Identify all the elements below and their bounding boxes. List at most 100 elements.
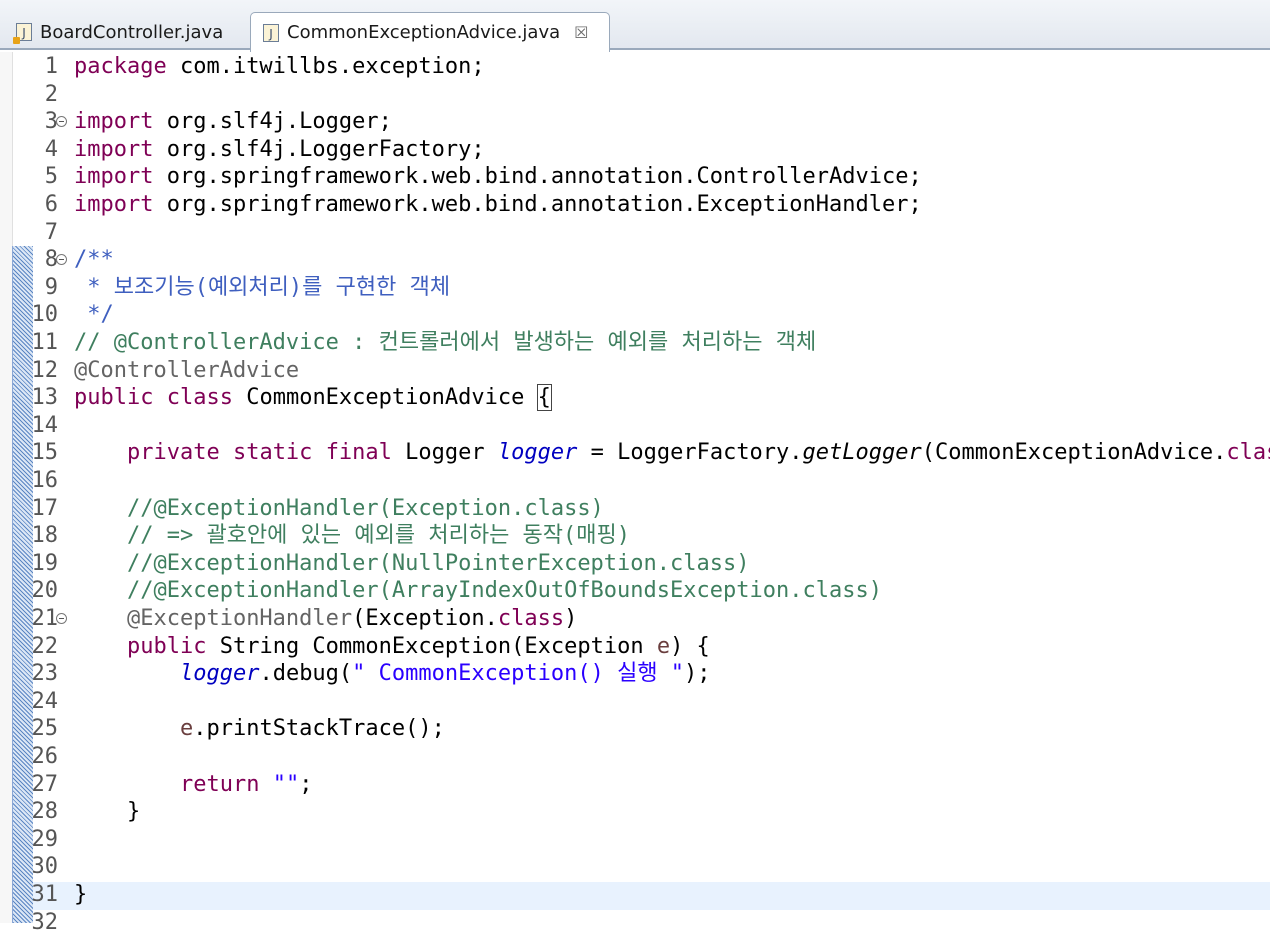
code-line[interactable]: 6 import org.springframework.web.bind.ann… [0,191,1270,219]
code-token: CommonExceptionAdvice [232,385,538,411]
line-number: 14 [31,412,59,438]
code-text: @ControllerAdvice [74,357,299,385]
code-line[interactable]: 2 [0,81,1270,109]
code-token: import [74,136,154,162]
code-token: //@ExceptionHandler(NullPointerException… [74,550,750,576]
code-line[interactable]: 3 import org.slf4j.Logger; [0,108,1270,136]
code-line[interactable]: 29 [0,826,1270,854]
code-token: public [74,385,154,411]
code-token: logger [179,661,260,687]
code-token: //@ExceptionHandler(ArrayIndexOutOfBound… [74,578,882,604]
tab-label: CommonExceptionAdvice.java [287,22,561,43]
line-number: 19 [31,550,59,576]
code-text: e.printStackTrace(); [74,715,445,743]
line-number: 17 [31,495,59,521]
code-text: public String CommonException(Exception … [74,633,710,661]
code-token: e [656,633,671,659]
code-token: * 보조기능(예외처리)를 구현한 객체 [74,274,451,300]
line-number: 8 [44,247,58,273]
line-number: 28 [31,799,59,825]
code-line[interactable]: 26 [0,743,1270,771]
code-text: // @ControllerAdvice : 컨트롤러에서 발생하는 예외를 처… [74,329,816,357]
line-number: 9 [44,274,58,300]
code-line[interactable]: 20 //@ExceptionHandler(ArrayIndexOutOfBo… [0,577,1270,605]
code-line[interactable]: 32 [0,909,1270,936]
line-number: 27 [31,771,59,797]
code-text: return ""; [74,771,312,799]
tab-common-exception-advice[interactable]: J CommonExceptionAdvice.java ☒ [250,12,610,52]
code-line[interactable]: 1 package com.itwillbs.exception; [0,53,1270,81]
java-file-icon: J [13,23,32,44]
code-token: .printStackTrace(); [193,716,445,742]
code-token: static [232,440,313,466]
code-token: */ [74,302,114,328]
code-token: } [74,882,88,907]
code-token: (Exception. [352,606,498,631]
code-line[interactable]: 27 return ""; [0,771,1270,799]
line-number: 11 [31,330,59,355]
line-number: 24 [31,688,59,714]
code-token: ) [564,606,578,631]
line-number: 12 [31,357,59,383]
code-line[interactable]: 9 * 보조기능(예외처리)를 구현한 객체 [0,274,1270,302]
code-line[interactable]: 5 import org.springframework.web.bind.ann… [0,163,1270,191]
line-number: 32 [31,909,59,935]
tab-board-controller[interactable]: J BoardController.java [6,14,246,50]
code-line[interactable]: 31} [0,881,1270,909]
line-number: 23 [31,661,59,687]
fold-toggle-icon[interactable] [56,116,67,128]
code-line[interactable]: 21 @ExceptionHandler(Exception.class) [0,605,1270,633]
java-file-icon: J [263,23,279,42]
code-line[interactable]: 11 // @ControllerAdvice : 컨트롤러에서 발생하는 예외를… [0,329,1270,357]
line-number: 26 [31,744,59,769]
close-icon[interactable]: ☒ [574,23,588,42]
code-token: ); [684,661,711,687]
code-line[interactable]: 28 } [0,798,1270,826]
line-number: 4 [44,136,58,162]
code-line[interactable]: 15 private static final Logger logger = … [0,439,1270,467]
editor-tab-bar: J BoardController.java J CommonException… [0,0,1270,52]
line-number: 29 [31,826,59,852]
code-token: .debug( [259,661,353,687]
code-line[interactable]: 30 [0,853,1270,881]
code-line[interactable]: 8 /** [0,246,1270,274]
code-line[interactable]: 17 //@ExceptionHandler(Exception.class) [0,495,1270,523]
code-text: public class CommonExceptionAdvice { [74,384,552,412]
code-line[interactable]: 18 // => 괄호안에 있는 예외를 처리하는 동작(매핑) [0,522,1270,550]
fold-toggle-icon[interactable] [56,254,67,266]
code-token: logger [497,440,578,466]
fold-toggle-icon[interactable] [56,613,67,624]
code-line[interactable]: 4 import org.slf4j.LoggerFactory; [0,136,1270,164]
code-text: * 보조기능(예외처리)를 구현한 객체 [74,274,450,302]
code-token: } [74,799,141,825]
code-token: // @ControllerAdvice : 컨트롤러에서 발생하는 예외를 처… [74,330,817,355]
code-token: { [536,384,552,412]
code-token: // => 괄호안에 있는 예외를 처리하는 동작(매핑) [74,523,631,549]
code-line[interactable]: 23 logger.debug(" CommonException() 실행 "… [0,660,1270,688]
code-line[interactable]: 12 @ControllerAdvice [0,357,1270,385]
code-text: */ [74,301,114,329]
line-number: 13 [31,385,59,411]
code-token: org.slf4j.LoggerFactory; [153,136,485,162]
code-line[interactable]: 16 [0,467,1270,495]
code-line[interactable]: 24 [0,688,1270,716]
line-number: 5 [44,164,58,190]
code-line[interactable]: 14 [0,412,1270,440]
code-token: e [179,716,194,742]
code-token: return [179,771,260,797]
code-line[interactable]: 19 //@ExceptionHandler(NullPointerExcept… [0,550,1270,578]
code-token: @ControllerAdvice [74,357,300,383]
code-line[interactable]: 10 */ [0,301,1270,329]
line-number: 2 [44,81,58,107]
code-line[interactable]: 7 [0,219,1270,247]
code-line[interactable]: 13 public class CommonExceptionAdvice { [0,384,1270,412]
line-number: 21 [31,606,59,631]
code-text: //@ExceptionHandler(NullPointerException… [74,550,750,578]
code-line[interactable]: 25 e.printStackTrace(); [0,715,1270,743]
code-text: import org.springframework.web.bind.anno… [74,191,922,219]
code-token: class [166,385,233,411]
code-line[interactable]: 22 public String CommonException(Excepti… [0,633,1270,661]
